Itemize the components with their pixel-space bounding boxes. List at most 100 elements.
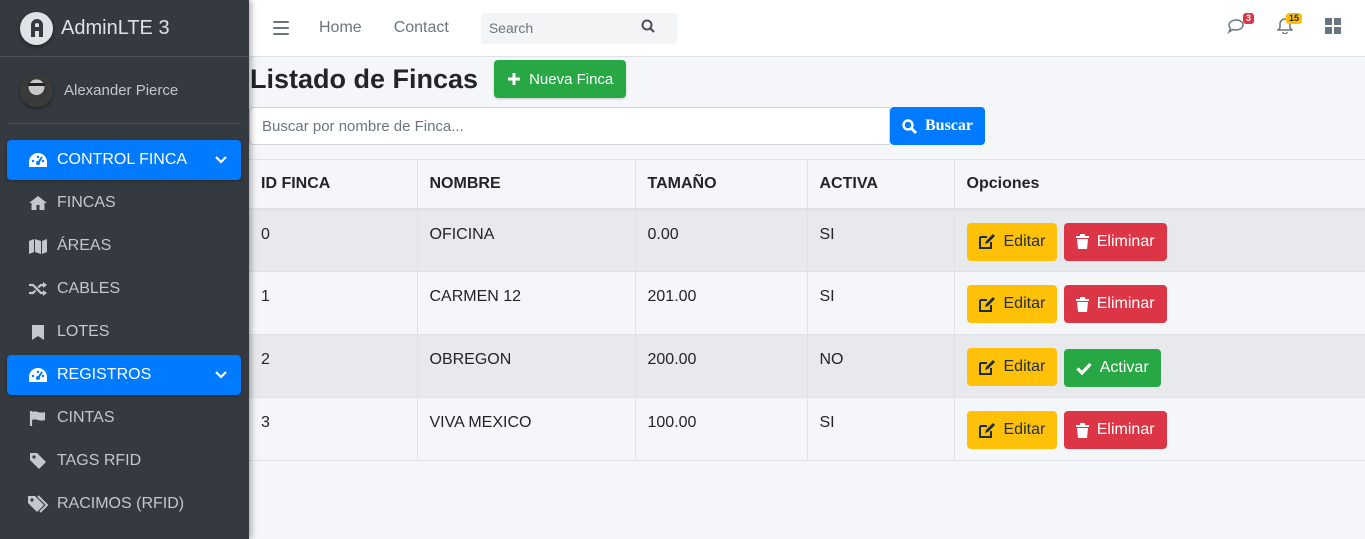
cell-tamano: 201.00 <box>634 271 808 335</box>
sidebar-item-control-finca[interactable]: CONTROL FINCA <box>7 140 241 180</box>
filter-bar: Buscar <box>249 107 1365 145</box>
messages-badge: 3 <box>1242 13 1254 24</box>
messages-dropdown[interactable]: 3 <box>1227 13 1254 38</box>
edit-label: Editar <box>1003 421 1046 438</box>
new-finca-label: Nueva Finca <box>529 70 614 88</box>
search-button-label: Buscar <box>925 117 973 134</box>
edit-button[interactable]: Editar <box>966 411 1058 449</box>
edit-label: Editar <box>1003 358 1046 375</box>
sidebar-item-registros[interactable]: REGISTROS <box>7 355 241 395</box>
cell-nombre: CARMEN 12 <box>416 271 636 335</box>
sidebar-item-lotes[interactable]: LOTES <box>7 312 241 352</box>
delete-label: Eliminar <box>1096 232 1155 250</box>
th-large-icon <box>1325 17 1341 39</box>
brand-link[interactable]: AdminLTE 3 <box>0 0 249 57</box>
cell-tamano: 100.00 <box>634 397 808 461</box>
cell-id: 3 <box>249 397 418 461</box>
sidebar-item-label: ÁREAS <box>57 237 112 254</box>
trash-icon <box>1075 234 1089 249</box>
cell-opciones: Editar Eliminar <box>953 397 1365 461</box>
sidebar-item-cintas[interactable]: CINTAS <box>7 398 241 438</box>
sidebar-item-fincas[interactable]: FINCAS <box>7 183 241 223</box>
new-finca-button[interactable]: Nueva Finca <box>494 60 627 98</box>
edit-icon <box>978 422 995 438</box>
chevron-down-icon <box>215 366 227 384</box>
search-button[interactable]: Buscar <box>890 107 985 145</box>
bookmark-icon <box>27 323 49 341</box>
brand-title: AdminLTE 3 <box>61 16 170 39</box>
table-row: 0 OFICINA 0.00 SI Editar Eliminar <box>249 208 1365 272</box>
tags-icon <box>27 495 49 513</box>
cell-activa: NO <box>806 334 955 398</box>
avatar <box>20 73 53 107</box>
cell-id: 2 <box>249 334 418 398</box>
search-icon[interactable] <box>641 19 655 38</box>
delete-label: Eliminar <box>1096 421 1155 438</box>
user-name[interactable]: Alexander Pierce <box>64 82 178 99</box>
nav-link-home[interactable]: Home <box>319 19 362 37</box>
sidebar-item-racimos-rfid[interactable]: RACIMOS (RFID) <box>7 484 241 524</box>
menu-toggle-icon[interactable] <box>273 21 289 35</box>
sidebar-item-areas[interactable]: ÁREAS <box>7 226 241 266</box>
cell-opciones: Editar Eliminar <box>953 271 1365 335</box>
delete-button[interactable]: Eliminar <box>1063 222 1167 261</box>
cell-opciones: Editar Activar <box>953 334 1365 398</box>
tachometer-icon <box>27 366 49 384</box>
sidebar-item-label: REGISTROS <box>57 366 152 383</box>
activate-label: Activar <box>1099 359 1149 376</box>
sidebar-item-label: RACIMOS (RFID) <box>57 495 185 512</box>
random-icon <box>27 280 49 298</box>
edit-label: Editar <box>1003 232 1046 250</box>
delete-button[interactable]: Eliminar <box>1063 285 1167 323</box>
cell-tamano: 200.00 <box>634 334 808 398</box>
notifications-dropdown[interactable]: 15 <box>1275 13 1302 38</box>
flag-icon <box>27 409 49 427</box>
plus-icon <box>508 73 521 85</box>
notifications-badge: 15 <box>1285 13 1302 24</box>
activate-button[interactable]: Activar <box>1063 349 1161 387</box>
cell-opciones: Editar Eliminar <box>953 208 1365 272</box>
cell-nombre: OFICINA <box>416 208 636 272</box>
sidebar: AdminLTE 3 Alexander Pierce CONTROL FINC… <box>0 0 249 539</box>
cell-nombre: VIVA MEXICO <box>416 397 636 461</box>
edit-button[interactable]: Editar <box>966 348 1058 386</box>
user-panel[interactable]: Alexander Pierce <box>8 57 241 124</box>
sidebar-item-label: LOTES <box>57 323 110 340</box>
chevron-down-icon <box>215 151 227 169</box>
sidebar-item-label: CINTAS <box>57 409 115 426</box>
check-icon <box>1076 362 1092 375</box>
tag-icon <box>27 452 49 470</box>
cell-id: 1 <box>249 271 418 335</box>
sidebar-item-cables[interactable]: CABLES <box>7 269 241 309</box>
column-header: Opciones <box>953 159 1365 210</box>
sidebar-nav: CONTROL FINCA FINCAS ÁREAS CABLES LOTES … <box>0 140 249 524</box>
column-header: ID FINCA <box>249 159 418 210</box>
sidebar-item-label: CONTROL FINCA <box>57 151 188 168</box>
cell-id: 0 <box>249 208 418 272</box>
sidebar-item-tags-rfid[interactable]: TAGS RFID <box>7 441 241 481</box>
column-header: TAMAÑO <box>634 159 808 210</box>
cell-activa: SI <box>806 208 955 272</box>
page-title: Listado de Fincas <box>250 63 479 94</box>
adminlte-logo-icon <box>20 11 53 45</box>
table-row: 2 OBREGON 200.00 NO Editar Activar <box>249 334 1365 398</box>
navbar-right: 3 15 <box>1199 13 1343 39</box>
edit-button[interactable]: Editar <box>966 285 1058 323</box>
cell-tamano: 0.00 <box>634 208 808 272</box>
navbar-search-input[interactable] <box>480 20 641 36</box>
table-header-row: ID FINCA NOMBRE TAMAÑO ACTIVA Opciones <box>249 159 1365 210</box>
cell-nombre: OBREGON <box>416 334 636 398</box>
cell-activa: SI <box>806 271 955 335</box>
finca-search-input[interactable] <box>249 107 890 145</box>
delete-button[interactable]: Eliminar <box>1063 411 1167 449</box>
nav-link-contact[interactable]: Contact <box>394 19 449 37</box>
delete-label: Eliminar <box>1096 295 1155 312</box>
sidebar-item-label: TAGS RFID <box>57 452 142 469</box>
control-sidebar-toggle[interactable] <box>1323 17 1343 39</box>
column-header: ACTIVA <box>806 159 955 210</box>
fincas-table: ID FINCA NOMBRE TAMAÑO ACTIVA Opciones 0… <box>249 159 1365 461</box>
edit-button[interactable]: Editar <box>966 222 1058 261</box>
table-row: 1 CARMEN 12 201.00 SI Editar Eliminar <box>249 271 1365 335</box>
content-wrapper: Listado de Fincas Nueva Finca Buscar ID … <box>249 57 1365 539</box>
tachometer-icon <box>27 151 49 169</box>
